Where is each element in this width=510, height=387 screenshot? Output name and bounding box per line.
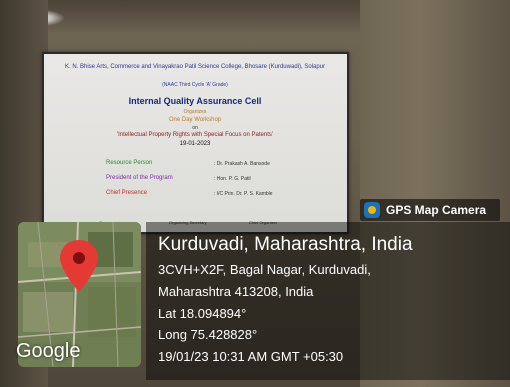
slide-on: on — [192, 125, 198, 131]
slide-row-value: : Hon. P. G. Patil — [214, 176, 251, 182]
slide-row-label: President of the Program — [106, 175, 173, 181]
photo-scene: K. N. Bhise Arts, Commerce and Vinayakra… — [0, 0, 510, 387]
slide: K. N. Bhise Arts, Commerce and Vinayakra… — [44, 54, 347, 232]
slide-organizes: Organizes — [183, 109, 207, 115]
slide-row-value: : Dr. Prakash A. Bansode — [214, 161, 270, 167]
slide-event: One Day Workshop — [168, 117, 222, 123]
slide-row-value: : I/C Prin. Dr. P. S. Kamble — [214, 191, 273, 197]
gps-app-name: GPS Map Camera — [386, 203, 487, 217]
slide-row-label: Chief Presence — [106, 190, 148, 196]
slide-cell-title: Internal Quality Assurance Cell — [128, 96, 262, 106]
latitude: Lat 18.094894° — [158, 306, 247, 321]
timestamp: 19/01/23 10:31 AM GMT +05:30 — [158, 349, 344, 364]
slide-row-label: Resource Person — [106, 160, 153, 166]
slide-date: 19-01-2023 — [179, 141, 211, 147]
gps-map-camera-badge: GPS Map Camera — [360, 199, 500, 221]
slide-college: K. N. Bhise Arts, Commerce and Vinayakra… — [64, 64, 325, 70]
projector-screen: K. N. Bhise Arts, Commerce and Vinayakra… — [42, 52, 349, 234]
google-logo: Google — [16, 340, 81, 362]
slide-topic: 'Intellectual Property Rights with Speci… — [116, 132, 274, 138]
longitude: Long 75.428828° — [158, 327, 258, 342]
address-line-1: 3CVH+X2F, Bagal Nagar, Kurduvadi, — [158, 262, 371, 277]
slide-naac: (NAAC Third Cycle 'A' Grade) — [162, 82, 228, 88]
gps-camera-icon — [364, 202, 380, 218]
location-title: Kurduvadi, Maharashtra, India — [158, 234, 413, 255]
address-line-2: Maharashtra 413208, India — [158, 284, 314, 299]
